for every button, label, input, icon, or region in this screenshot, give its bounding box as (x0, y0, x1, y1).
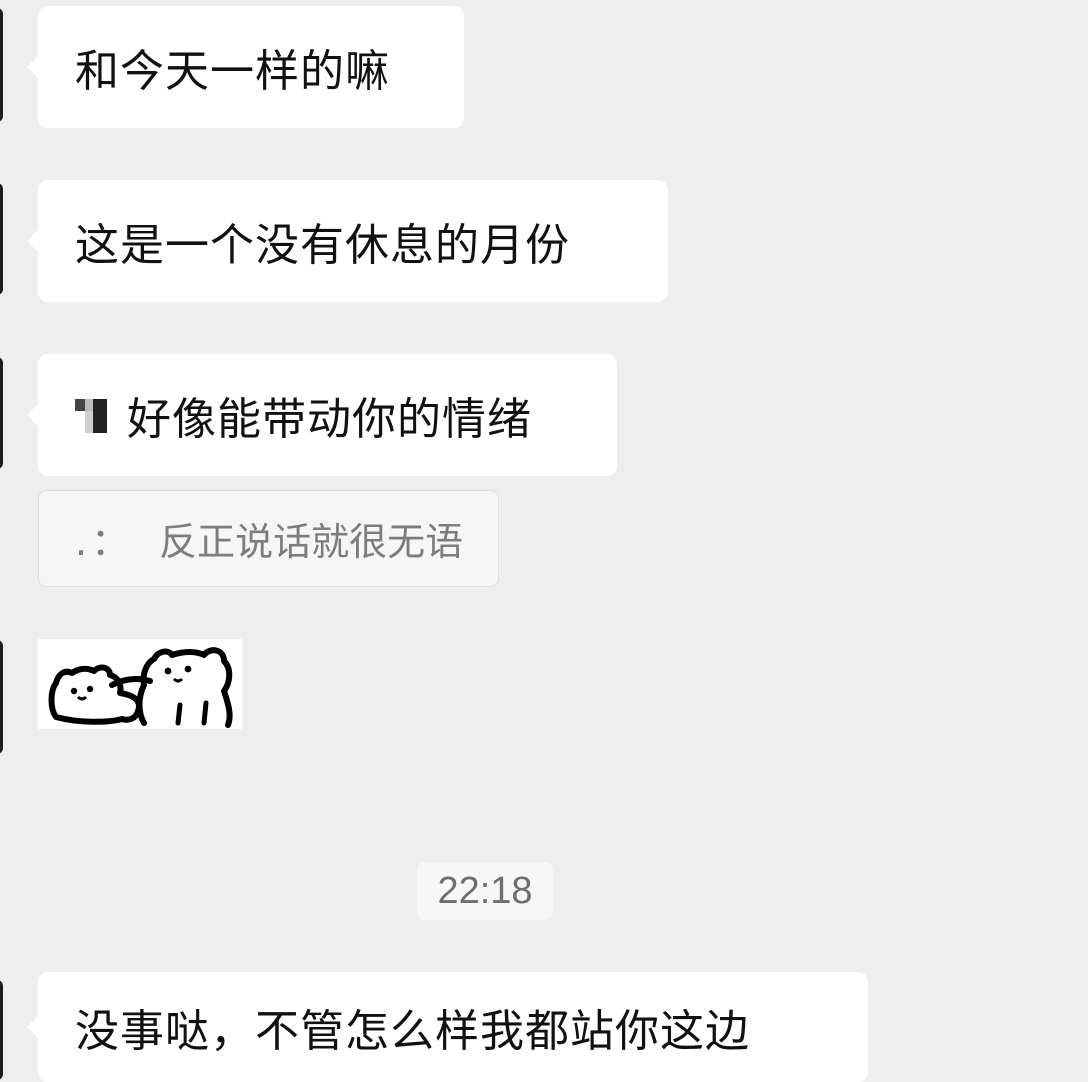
pixel-emoji-icon (75, 397, 109, 433)
sender-avatar[interactable] (0, 183, 3, 295)
chat-timestamp: 22:18 (417, 862, 553, 920)
sender-avatar[interactable] (0, 980, 3, 1080)
quoted-message[interactable]: .： 反正说话就很无语 (38, 490, 499, 587)
message-text: 没事哒，不管怎么样我都站你这边 (75, 1006, 750, 1057)
timestamp-text: 22:18 (437, 869, 533, 912)
quote-sender: .： (75, 520, 134, 564)
sender-avatar[interactable] (0, 8, 3, 122)
quote-text: 反正说话就很无语 (159, 520, 464, 564)
message-bubble[interactable]: 好像能带动你的情绪 (27, 354, 617, 476)
message-bubble[interactable]: 没事哒，不管怎么样我都站你这边 (27, 972, 868, 1082)
message-bubble[interactable]: 这是一个没有休息的月份 (27, 180, 668, 302)
message-text: 好像能带动你的情绪 (127, 394, 532, 445)
sticker-image[interactable] (38, 639, 242, 729)
message-text: 这是一个没有休息的月份 (75, 220, 570, 271)
sender-avatar[interactable] (0, 357, 3, 469)
message-text: 和今天一样的嘛 (75, 46, 390, 97)
sender-avatar[interactable] (0, 640, 3, 754)
message-bubble[interactable]: 和今天一样的嘛 (27, 6, 464, 128)
cartoon-cats-sticker-icon (48, 647, 233, 728)
